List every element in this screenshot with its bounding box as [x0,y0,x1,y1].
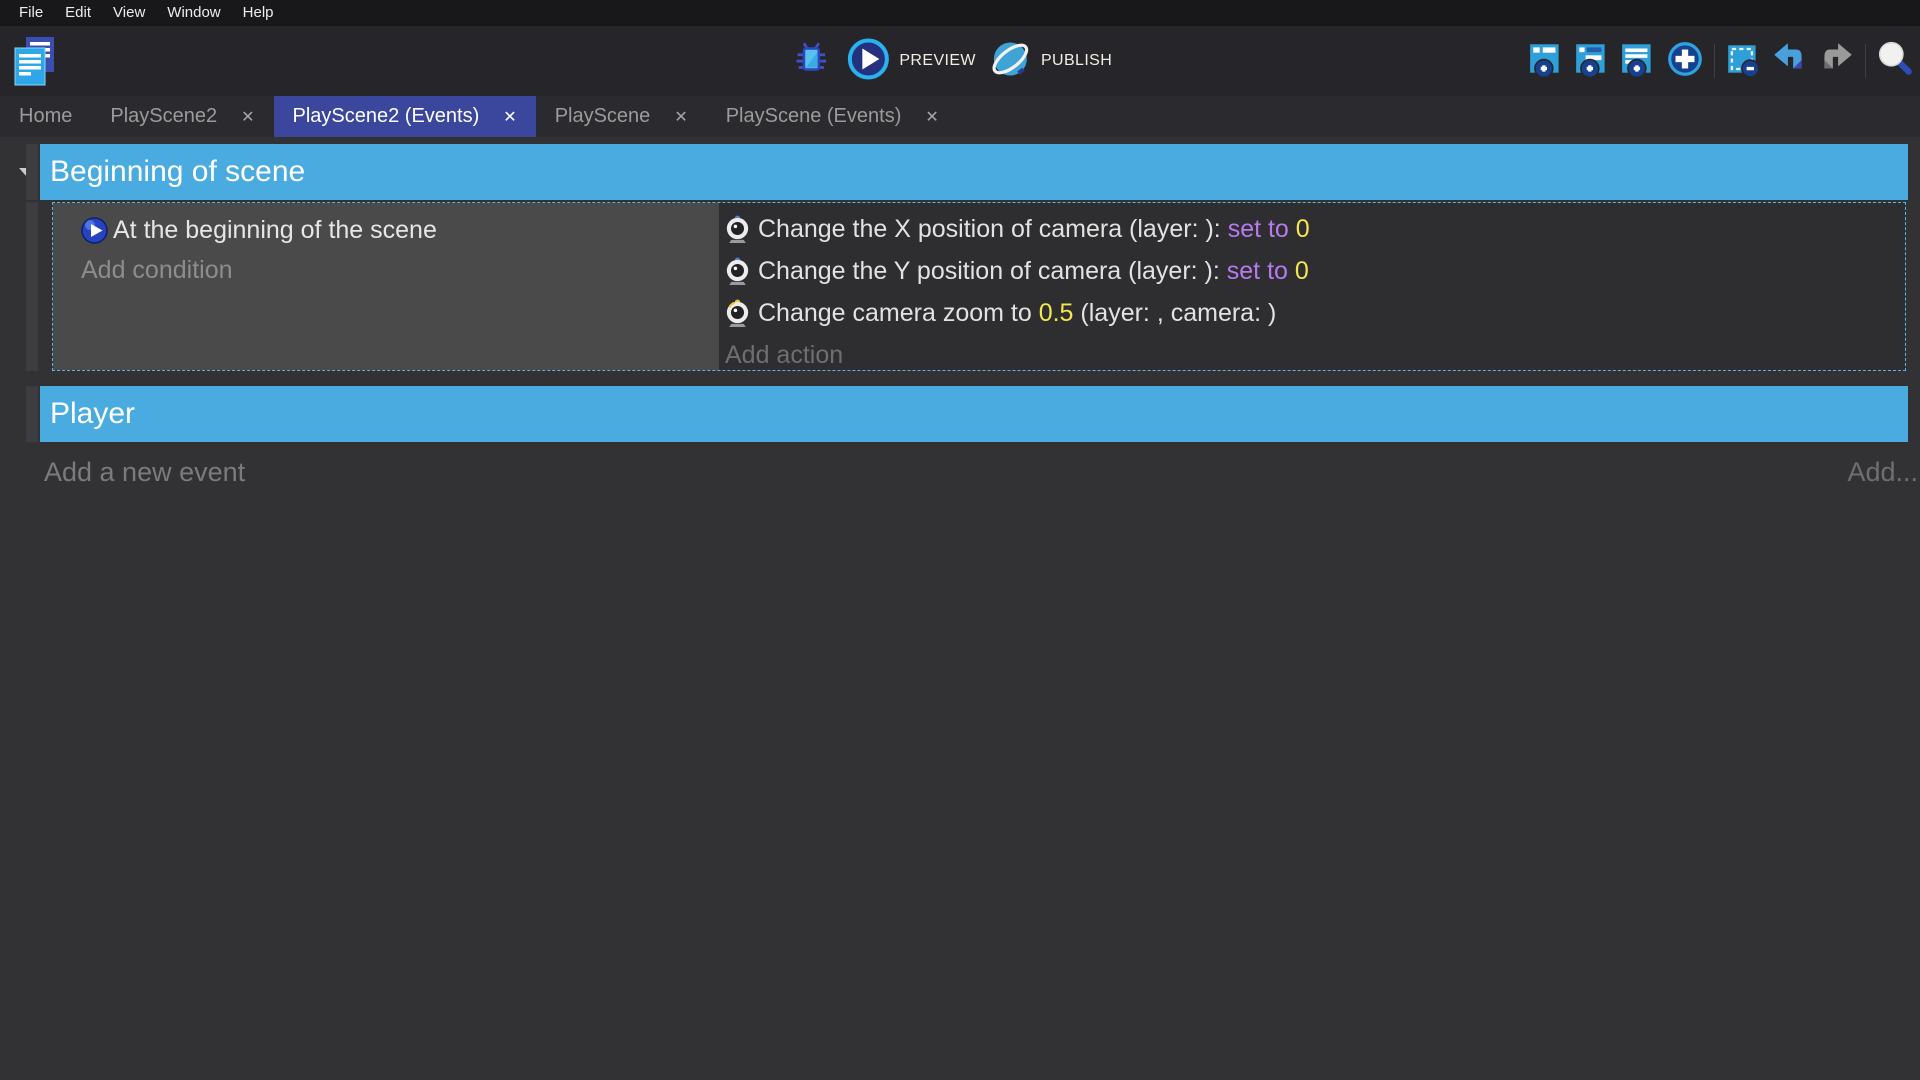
tab-playscene2[interactable]: PlayScene2 ✕ [91,96,273,137]
add-comment-icon [1619,39,1659,84]
preview-button[interactable]: PREVIEW [846,37,976,86]
add-action-button[interactable]: Add action [725,334,1897,376]
tab-label: Home [19,105,72,128]
play-icon [846,37,890,86]
camera-icon [725,214,750,244]
delete-selection-icon [1724,39,1764,84]
menu-view[interactable]: View [102,0,156,26]
tab-playscene[interactable]: PlayScene ✕ [536,96,707,137]
group-title: Beginning of scene [50,155,305,189]
planet-icon [988,37,1032,86]
menu-file[interactable]: File [8,0,54,26]
action-row[interactable]: Change camera zoom to 0.5 (layer: , came… [725,292,1897,334]
search-icon [1875,39,1915,84]
condition-row[interactable]: At the beginning of the scene [81,210,711,250]
redo-icon [1816,39,1856,84]
undo-button[interactable] [1767,38,1813,84]
preview-label: PREVIEW [899,52,976,70]
add-condition-button[interactable]: Add condition [81,250,711,290]
group-title: Player [50,397,135,431]
selected-event[interactable]: At the beginning of the scene Add condit… [52,202,1906,371]
scene-play-orb-icon [81,217,108,244]
add-circle-icon [1665,39,1705,84]
actions-column: Change the X position of camera (layer: … [719,203,1905,370]
tab-playscene2-events[interactable]: PlayScene2 (Events) ✕ [274,96,536,137]
add-subevent-button[interactable] [1570,38,1616,84]
events-sheet: Beginning of scene At the beginning of t… [0,137,1920,1080]
add-event-icon [1527,39,1567,84]
events-sheet-logo-icon [10,35,58,92]
condition-text: At the beginning of the scene [113,216,437,245]
conditions-column: At the beginning of the scene Add condit… [53,203,719,370]
close-icon[interactable]: ✕ [241,107,254,127]
undo-icon [1770,39,1810,84]
action-row[interactable]: Change the X position of camera (layer: … [725,208,1897,250]
tab-label: PlayScene (Events) [726,105,902,128]
toolbar-separator [1865,44,1866,78]
toolbar: PREVIEW PUBLISH [0,26,1920,96]
menu-bar: File Edit View Window Help [0,0,1920,26]
tab-playscene-events[interactable]: PlayScene (Events) ✕ [707,96,958,137]
add-other-event-button[interactable] [1662,38,1708,84]
action-text: Change the X position of camera (layer: … [758,215,1310,244]
event-drag-handle[interactable] [26,144,38,200]
bug-icon [792,40,830,83]
action-row[interactable]: Change the Y position of camera (layer: … [725,250,1897,292]
delete-selection-button[interactable] [1721,38,1767,84]
tab-bar: Home PlayScene2 ✕ PlayScene2 (Events) ✕ … [0,96,1920,137]
action-text: Change camera zoom to 0.5 (layer: , came… [758,299,1276,328]
add-more-button[interactable]: Add... [1847,457,1918,488]
toolbar-separator [1714,44,1715,78]
add-new-event-button[interactable]: Add a new event [44,457,245,488]
event-drag-handle[interactable] [26,202,38,371]
event-drag-handle[interactable] [26,386,38,442]
add-subevent-icon [1573,39,1613,84]
publish-label: PUBLISH [1041,52,1112,70]
menu-help[interactable]: Help [232,0,285,26]
publish-button[interactable]: PUBLISH [988,37,1112,86]
group-header-beginning-of-scene[interactable]: Beginning of scene [40,144,1908,200]
camera-zoom-icon [725,298,750,328]
group-header-player[interactable]: Player [40,386,1908,442]
redo-button[interactable] [1813,38,1859,84]
search-button[interactable] [1872,38,1918,84]
tab-label: PlayScene [555,105,651,128]
add-event-button[interactable] [1524,38,1570,84]
debug-button[interactable] [788,38,834,84]
close-icon[interactable]: ✕ [674,107,687,127]
close-icon[interactable]: ✕ [503,107,516,127]
action-text: Change the Y position of camera (layer: … [758,257,1309,286]
add-comment-button[interactable] [1616,38,1662,84]
tab-label: PlayScene2 [110,105,217,128]
tab-home[interactable]: Home [0,96,91,137]
camera-icon [725,256,750,286]
close-icon[interactable]: ✕ [925,107,938,127]
menu-edit[interactable]: Edit [54,0,102,26]
tab-label: PlayScene2 (Events) [293,105,480,128]
menu-window[interactable]: Window [156,0,231,26]
